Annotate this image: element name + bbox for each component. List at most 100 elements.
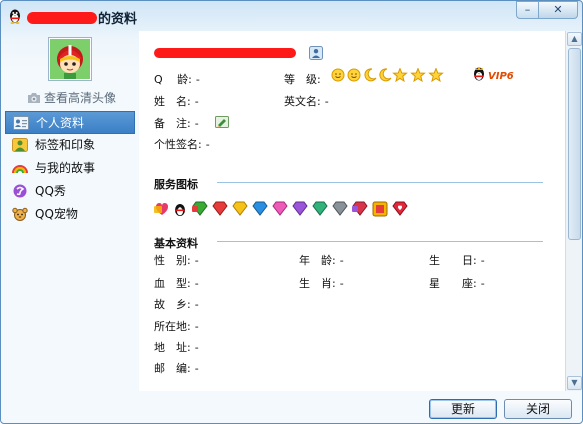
nav-item-qq-show[interactable]: QQ秀 bbox=[5, 180, 135, 203]
star-icon bbox=[428, 68, 444, 82]
redacted-qq-number bbox=[27, 12, 97, 24]
blue-diamond-icon bbox=[252, 201, 268, 216]
view-hd-avatar-label: 查看高清头像 bbox=[44, 91, 117, 105]
basic-info-title: 基本资料 bbox=[154, 237, 198, 250]
qq-age-row: Q 龄: - bbox=[154, 71, 200, 87]
constellation-row: 星 座: - bbox=[429, 275, 485, 291]
view-hd-avatar-link[interactable]: 查看高清头像 bbox=[27, 89, 116, 106]
moon-icon bbox=[364, 68, 377, 82]
age-value: - bbox=[339, 254, 344, 267]
star-icon bbox=[392, 68, 408, 82]
age-row: 年 龄: - bbox=[299, 252, 344, 268]
level-icons[interactable] bbox=[331, 68, 453, 82]
real-name-row: 姓 名: - bbox=[154, 93, 199, 109]
game-diamond-icon bbox=[372, 201, 388, 217]
purple-diamond-icon bbox=[292, 201, 308, 216]
nav-item-personal-info[interactable]: 个人资料 bbox=[5, 111, 135, 134]
window-close-button[interactable]: ✕ bbox=[538, 1, 578, 19]
nav-label-qq-pet: QQ宠物 bbox=[35, 207, 78, 221]
zodiac-label: 生 肖: bbox=[299, 277, 336, 290]
blood-type-value: - bbox=[194, 277, 199, 290]
nav-item-qq-pet[interactable]: QQ宠物 bbox=[5, 203, 135, 226]
section-divider bbox=[217, 241, 543, 242]
qq-pet-icon bbox=[12, 207, 28, 221]
edit-remark-icon[interactable] bbox=[215, 116, 229, 128]
profile-card-icon bbox=[13, 116, 29, 130]
hometown-label: 故 乡: bbox=[154, 298, 191, 311]
heart-diamond-icon bbox=[392, 201, 408, 216]
address-value: - bbox=[194, 341, 199, 354]
refresh-button[interactable]: 更新 bbox=[429, 399, 497, 419]
qq-age-value: - bbox=[195, 73, 200, 86]
constellation-label: 星 座: bbox=[429, 277, 477, 290]
profile-window: 的资料 – ✕ 查看高清头像 个人资料 标签和印象 与我的故事 QQ秀 QQ宠物… bbox=[0, 0, 583, 424]
pink-diamond-icon bbox=[272, 201, 288, 216]
gender-label: 性 别: bbox=[154, 254, 191, 267]
minimize-button[interactable]: – bbox=[516, 1, 538, 19]
qq-penguin-icon bbox=[175, 204, 185, 216]
birthday-label: 生 日: bbox=[429, 254, 477, 267]
location-row: 所在地: - bbox=[154, 318, 199, 334]
vip-badge[interactable]: VIP6 bbox=[472, 66, 514, 85]
service-icons-title: 服务图标 bbox=[154, 178, 198, 191]
vertical-scrollbar[interactable]: ▲ ▼ bbox=[565, 31, 582, 391]
red-diamond-icon bbox=[212, 201, 228, 216]
close-button[interactable]: 关闭 bbox=[504, 399, 572, 419]
section-divider bbox=[217, 182, 543, 183]
zodiac-row: 生 肖: - bbox=[299, 275, 344, 291]
window-title-suffix: 的资料 bbox=[98, 12, 138, 27]
level-row: 等 级: bbox=[284, 71, 321, 87]
age-label: 年 龄: bbox=[299, 254, 336, 267]
camera-icon bbox=[28, 93, 40, 103]
scroll-thumb[interactable] bbox=[568, 48, 581, 240]
address-label: 地 址: bbox=[154, 341, 191, 354]
nav-item-tags-impressions[interactable]: 标签和印象 bbox=[5, 134, 135, 157]
title-bar[interactable]: 的资料 – ✕ bbox=[1, 1, 582, 31]
blood-type-row: 血 型: - bbox=[154, 275, 199, 291]
english-name-row: 英文名: - bbox=[284, 93, 329, 109]
scroll-down-button[interactable]: ▼ bbox=[567, 376, 582, 390]
birthday-value: - bbox=[480, 254, 485, 267]
nav-label-personal-info: 个人资料 bbox=[36, 116, 85, 130]
rainbow-icon bbox=[12, 165, 28, 174]
yellow-diamond-icon bbox=[232, 201, 248, 216]
signature-value: - bbox=[205, 138, 210, 151]
contact-card-icon[interactable] bbox=[309, 46, 323, 60]
nav-label-our-story: 与我的故事 bbox=[35, 161, 96, 175]
qq-penguin-icon bbox=[10, 9, 20, 24]
nav-label-qq-show: QQ秀 bbox=[35, 184, 66, 198]
love-diamond-icon bbox=[154, 203, 168, 215]
remark-value: - bbox=[194, 117, 199, 130]
zip-value: - bbox=[194, 362, 199, 375]
green-diamond-icon bbox=[192, 201, 208, 216]
star-icon bbox=[410, 68, 426, 82]
left-nav: 个人资料 标签和印象 与我的故事 QQ秀 QQ宠物 bbox=[5, 111, 135, 226]
qq-show-icon bbox=[13, 184, 27, 198]
constellation-value: - bbox=[480, 277, 485, 290]
location-value: - bbox=[194, 320, 199, 333]
real-name-value: - bbox=[194, 95, 199, 108]
english-name-label: 英文名: bbox=[284, 95, 321, 108]
level-label: 等 级: bbox=[284, 73, 321, 86]
green-diamond-icon bbox=[312, 201, 328, 216]
service-icons-row[interactable] bbox=[154, 201, 414, 217]
scroll-up-button[interactable]: ▲ bbox=[567, 32, 582, 46]
signature-row: 个性签名: - bbox=[154, 136, 210, 152]
location-label: 所在地: bbox=[154, 320, 191, 333]
nav-item-our-story[interactable]: 与我的故事 bbox=[5, 157, 135, 180]
user-tag-icon bbox=[12, 138, 28, 152]
nickname bbox=[154, 47, 296, 60]
remark-label: 备 注: bbox=[154, 117, 191, 130]
gender-row: 性 别: - bbox=[154, 252, 199, 268]
hometown-value: - bbox=[194, 298, 199, 311]
zodiac-value: - bbox=[339, 277, 344, 290]
qq-age-label: Q 龄: bbox=[154, 73, 192, 86]
moon-icon bbox=[379, 68, 392, 82]
bottom-bar: 更新 关闭 bbox=[1, 391, 582, 423]
address-row: 地 址: - bbox=[154, 339, 199, 355]
profile-content: Q 龄: - 等 级: VIP6 姓 名: - 英文名: - 备 注: - 个性… bbox=[139, 31, 565, 391]
real-name-label: 姓 名: bbox=[154, 95, 191, 108]
english-name-value: - bbox=[324, 95, 329, 108]
avatar[interactable] bbox=[48, 37, 92, 81]
window-title: 的资料 bbox=[27, 8, 137, 27]
